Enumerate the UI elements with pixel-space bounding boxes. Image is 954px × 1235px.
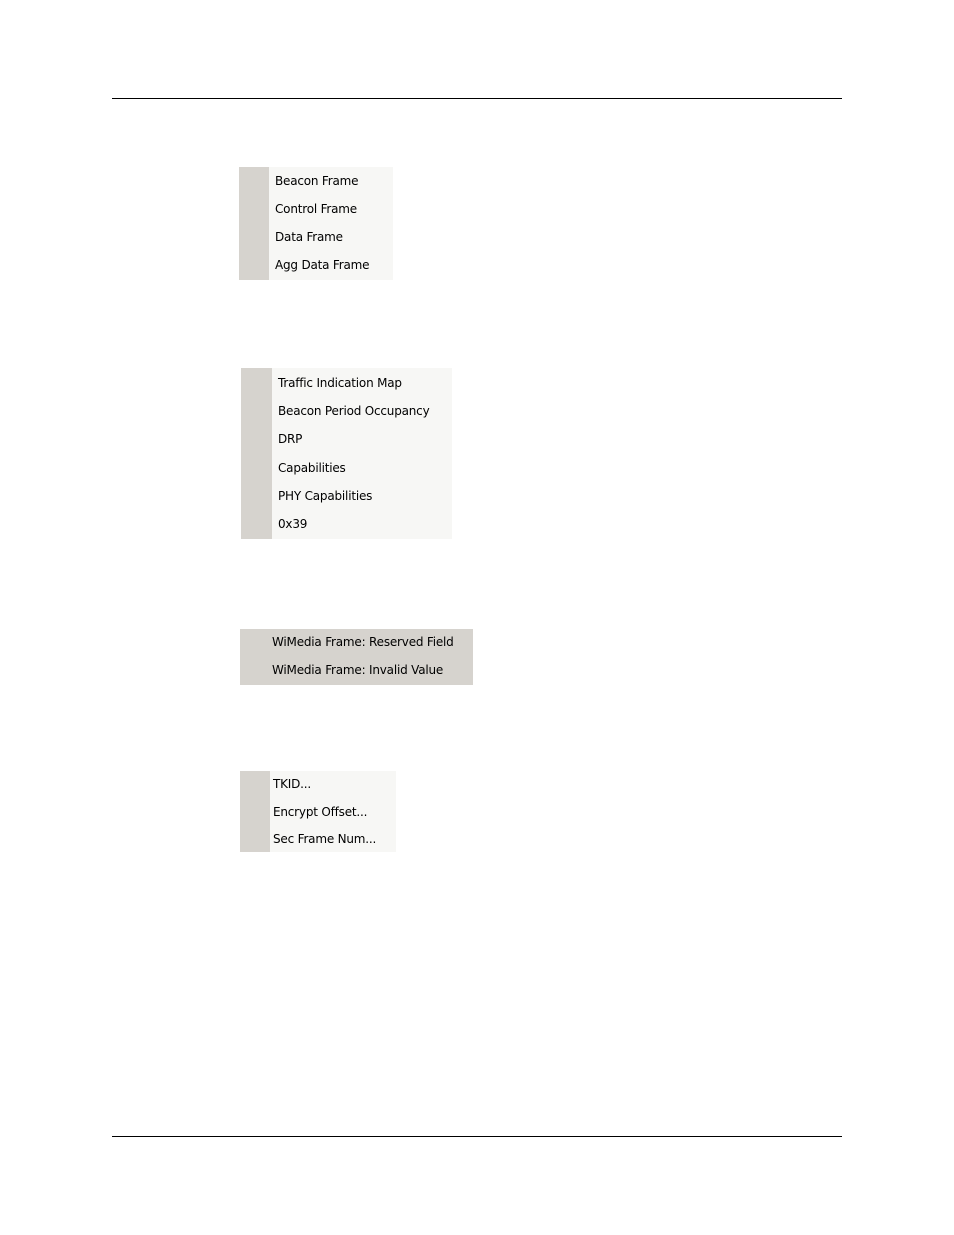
menu-item-beacon-period-occupancy[interactable]: Beacon Period Occupancy <box>278 404 430 418</box>
menu-item-beacon-frame[interactable]: Beacon Frame <box>275 174 359 188</box>
menu-item-phy-capabilities[interactable]: PHY Capabilities <box>278 489 372 503</box>
menu-item-control-frame[interactable]: Control Frame <box>275 202 357 216</box>
information-element-menu: Traffic Indication Map Beacon Period Occ… <box>241 368 452 539</box>
security-menu: TKID... Encrypt Offset... Sec Frame Num.… <box>240 771 396 852</box>
footer-rule <box>112 1136 842 1137</box>
menu-item-invalid-value[interactable]: WiMedia Frame: Invalid Value <box>272 663 443 677</box>
menu-gutter <box>241 368 272 539</box>
frame-type-menu: Beacon Frame Control Frame Data Frame Ag… <box>239 167 393 280</box>
menu-item-0x39[interactable]: 0x39 <box>278 517 307 531</box>
menu-gutter <box>239 167 269 280</box>
menu-item-data-frame[interactable]: Data Frame <box>275 230 343 244</box>
menu-item-traffic-indication-map[interactable]: Traffic Indication Map <box>278 376 402 390</box>
menu-gutter <box>240 771 270 852</box>
menu-item-sec-frame-num[interactable]: Sec Frame Num... <box>273 832 376 846</box>
header-rule <box>112 98 842 99</box>
error-menu: WiMedia Frame: Reserved Field WiMedia Fr… <box>240 629 473 685</box>
menu-item-drp[interactable]: DRP <box>278 432 302 446</box>
menu-item-agg-data-frame[interactable]: Agg Data Frame <box>275 258 370 272</box>
menu-item-encrypt-offset[interactable]: Encrypt Offset... <box>273 805 367 819</box>
menu-item-reserved-field[interactable]: WiMedia Frame: Reserved Field <box>272 635 454 649</box>
menu-item-tkid[interactable]: TKID... <box>273 777 311 791</box>
menu-item-capabilities[interactable]: Capabilities <box>278 461 346 475</box>
